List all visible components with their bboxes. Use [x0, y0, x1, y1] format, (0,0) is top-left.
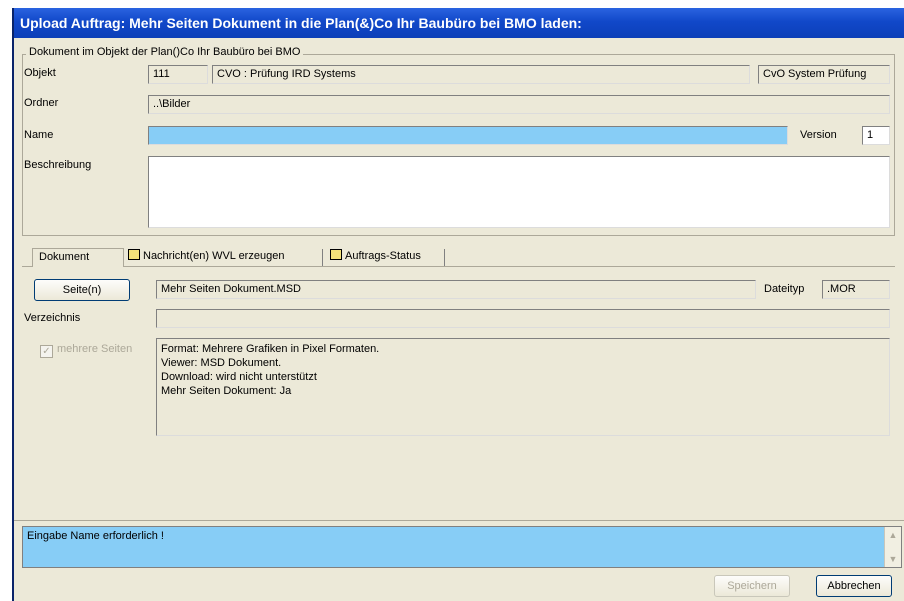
objekt-extra-field: CvO System Prüfung	[758, 65, 890, 84]
window-title: Upload Auftrag: Mehr Seiten Dokument in …	[14, 8, 904, 38]
beschreibung-label: Beschreibung	[24, 159, 92, 171]
mehrere-seiten-checkbox[interactable]: ✓ mehrere Seiten	[40, 343, 132, 358]
version-label: Version	[800, 129, 837, 141]
tab-nachrichten-label: Nachricht(en) WVL erzeugen	[143, 250, 285, 262]
ordner-field: ..\Bilder	[148, 95, 890, 114]
ordner-label: Ordner	[24, 97, 59, 109]
status-message: Eingabe Name erforderlich !	[27, 530, 164, 542]
abbrechen-button[interactable]: Abbrechen	[816, 575, 892, 597]
tab-separator	[322, 249, 323, 266]
objekt-label: Objekt	[24, 67, 56, 79]
tab-nachrichten[interactable]: Nachricht(en) WVL erzeugen	[128, 248, 284, 267]
info-line: Download: wird nicht unterstützt	[161, 371, 317, 383]
file-name-field: Mehr Seiten Dokument.MSD	[156, 280, 756, 299]
tab-separator	[444, 249, 445, 266]
name-input[interactable]	[148, 126, 788, 145]
dateityp-field: .MOR	[822, 280, 890, 299]
format-info-area: Format: Mehrere Grafiken in Pixel Format…	[156, 338, 890, 436]
scroll-up-icon[interactable]: ▲	[887, 529, 899, 541]
beschreibung-textarea[interactable]	[148, 156, 890, 228]
info-line: Viewer: MSD Dokument.	[161, 357, 282, 369]
tab-folder-icon	[128, 249, 140, 260]
tab-dokument-label: Dokument	[39, 251, 90, 263]
dateityp-label: Dateityp	[764, 283, 805, 295]
checkmark-icon: ✓	[40, 345, 53, 358]
objekt-name-field: CVO : Prüfung IRD Systems	[212, 65, 750, 84]
seiten-button[interactable]: Seite(n)	[34, 279, 130, 301]
status-scrollbar[interactable]: ▲ ▼	[884, 527, 901, 567]
divider	[14, 520, 904, 521]
verzeichnis-label: Verzeichnis	[24, 312, 81, 324]
tab-auftrags-status-label: Auftrags-Status	[345, 250, 421, 262]
speichern-button[interactable]: Speichern	[714, 575, 790, 597]
objekt-nr-field: 111	[148, 65, 208, 84]
mehrere-seiten-label: mehrere Seiten	[57, 343, 133, 355]
tab-folder-icon	[330, 249, 342, 260]
info-line: Format: Mehrere Grafiken in Pixel Format…	[161, 343, 380, 355]
verzeichnis-field	[156, 309, 890, 328]
info-line: Mehr Seiten Dokument: Ja	[161, 385, 292, 397]
name-label: Name	[24, 129, 54, 141]
tab-auftrags-status[interactable]: Auftrags-Status	[330, 248, 421, 267]
version-field[interactable]: 1	[862, 126, 890, 145]
tab-dokument[interactable]: Dokument	[32, 248, 124, 267]
group-legend: Dokument im Objekt der Plan()Co Ihr Baub…	[26, 46, 304, 58]
scroll-down-icon[interactable]: ▼	[887, 553, 899, 565]
status-message-area: Eingabe Name erforderlich ! ▲ ▼	[22, 526, 902, 568]
upload-dialog: Upload Auftrag: Mehr Seiten Dokument in …	[12, 8, 904, 601]
